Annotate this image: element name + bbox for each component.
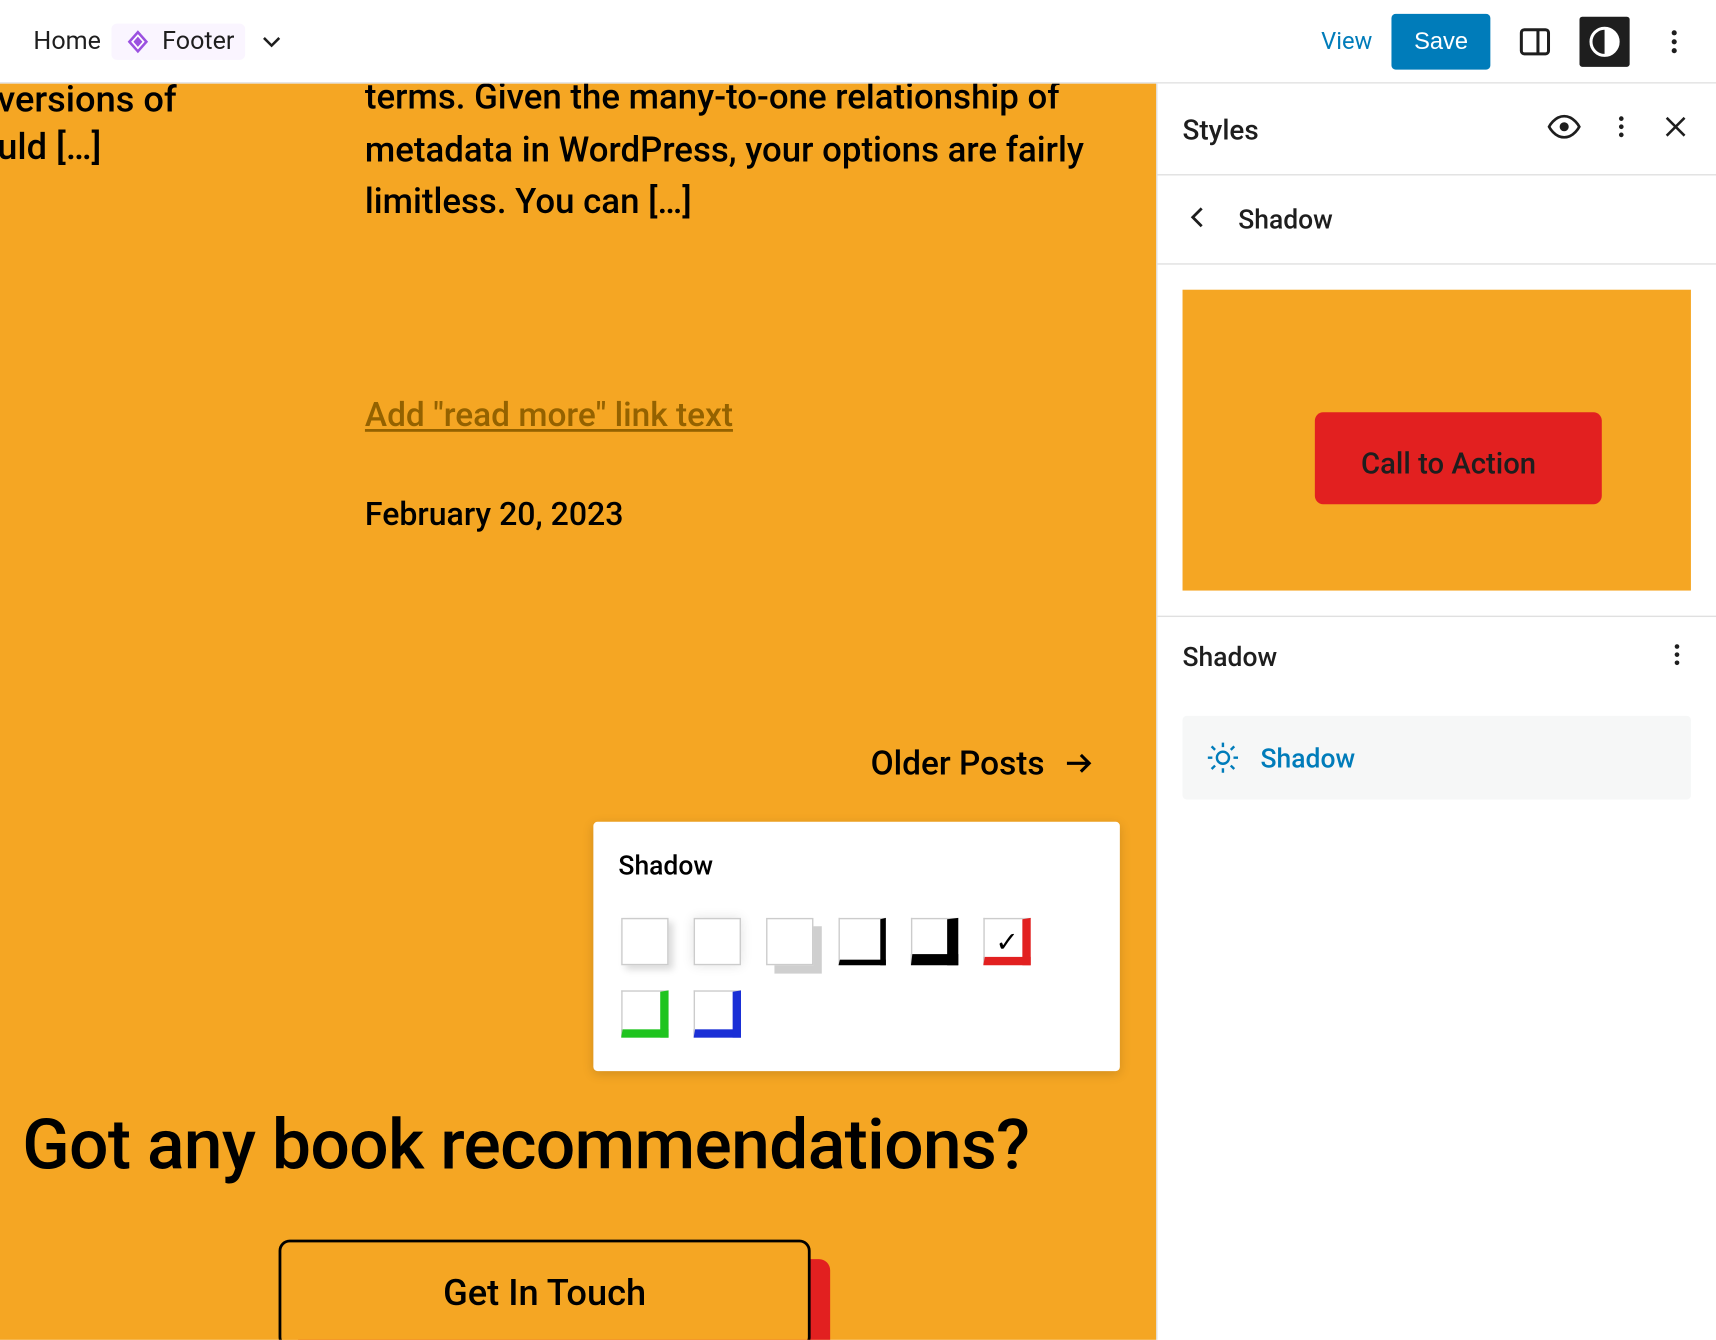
chevron-down-icon (257, 26, 288, 57)
topbar-actions: View Save (1321, 13, 1699, 69)
breadcrumb-template-pill[interactable]: Footer (112, 23, 245, 59)
styles-toggle-button[interactable] (1580, 16, 1630, 66)
eye-icon (1546, 108, 1582, 144)
older-posts-link[interactable]: Older Posts (871, 744, 1095, 783)
styles-sidebar: Styles Shadow (1156, 84, 1716, 1340)
shadow-swatch-soft-gray[interactable] (763, 915, 816, 968)
shadow-control[interactable]: Shadow (1183, 716, 1691, 800)
chevron-left-icon (1183, 201, 1214, 232)
style-book-button[interactable] (1546, 108, 1582, 150)
shadow-swatch-natural[interactable] (618, 915, 671, 968)
template-part-icon (123, 26, 154, 57)
options-button[interactable] (1649, 16, 1699, 66)
shadow-swatch-red[interactable]: ✓ (981, 915, 1034, 968)
save-button[interactable]: Save (1392, 13, 1491, 69)
breadcrumb-home[interactable]: Home (33, 26, 100, 55)
shadow-section-title: Shadow (1183, 641, 1278, 673)
sidebar-more-button[interactable] (1607, 112, 1635, 145)
shadow-section-more[interactable] (1663, 640, 1691, 673)
close-icon (1660, 111, 1691, 142)
shadow-swatch-outline-thick[interactable] (908, 915, 961, 968)
top-bar: Home Footer View Save (0, 0, 1716, 84)
shadow-control-label: Shadow (1261, 742, 1356, 774)
post-date: February 20, 2023 (365, 496, 624, 534)
shadow-section-header: Shadow (1157, 616, 1716, 697)
read-more-link[interactable]: Add "read more" link text (365, 396, 733, 435)
check-icon: ✓ (981, 915, 1034, 968)
more-vertical-icon (1607, 112, 1635, 140)
editor-canvas[interactable]: versions of uld […] terms. Given the man… (0, 84, 1156, 1340)
shadow-swatch-green[interactable] (618, 988, 671, 1041)
shadow-swatch-outline-thin[interactable] (836, 915, 889, 968)
text-fragment-right: terms. Given the many-to-one relationshi… (365, 84, 1089, 230)
sidebar-toggle-button[interactable] (1510, 16, 1560, 66)
close-sidebar-button[interactable] (1660, 111, 1691, 147)
contrast-icon (1586, 23, 1622, 59)
breadcrumb: Home Footer (33, 23, 287, 59)
shadow-swatch-deep[interactable] (691, 915, 744, 968)
shadow-preview: Call to Action (1183, 290, 1691, 591)
more-vertical-icon (1659, 26, 1690, 57)
breadcrumb-template-label: Footer (162, 26, 234, 55)
more-vertical-icon (1663, 640, 1691, 668)
sidebar-nav: Shadow (1157, 176, 1716, 265)
sidebar-nav-title: Shadow (1238, 203, 1333, 235)
cta-heading: Got any book recommendations? (22, 1106, 1029, 1187)
cta-button[interactable]: Get In Touch (279, 1240, 811, 1340)
shadow-popover: Shadow ✓ (593, 822, 1120, 1071)
arrow-right-icon (1061, 747, 1094, 780)
sidebar-title: Styles (1183, 112, 1259, 145)
sidebar-header: Styles (1157, 84, 1716, 176)
older-posts-label: Older Posts (871, 744, 1045, 783)
back-button[interactable] (1183, 201, 1214, 237)
preview-text: Call to Action (1309, 449, 1588, 482)
sun-icon (1205, 740, 1241, 776)
view-link[interactable]: View (1321, 27, 1372, 55)
text-fragment-left: versions of uld […] (0, 84, 177, 173)
sidebar-icon (1517, 23, 1553, 59)
shadow-swatch-blue[interactable] (691, 988, 744, 1041)
cta-button-wrapper: Get In Touch (279, 1240, 811, 1340)
breadcrumb-caret[interactable] (257, 26, 288, 57)
popover-title: Shadow (618, 850, 1094, 882)
shadow-swatches: ✓ (618, 915, 1094, 1040)
